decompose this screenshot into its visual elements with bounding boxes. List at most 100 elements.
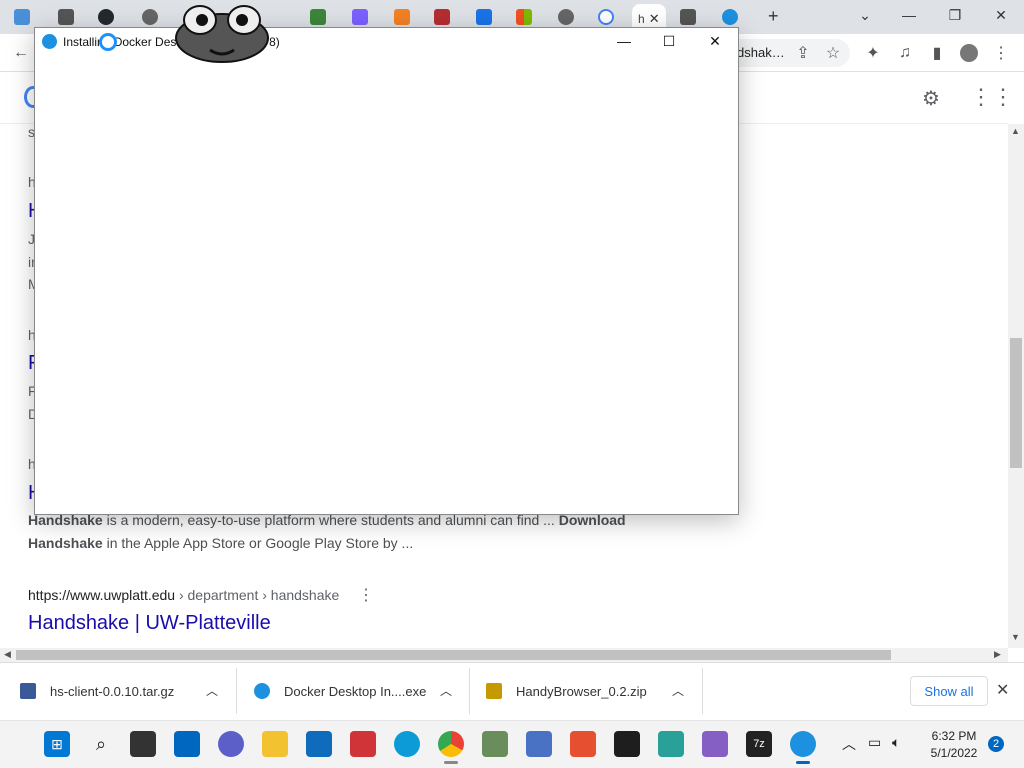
stackoverflow-icon	[394, 9, 410, 25]
busy-cursor-icon	[99, 33, 117, 51]
microsoft-icon	[516, 9, 532, 25]
terminal-icon[interactable]	[614, 731, 640, 757]
result-url-host: https://www.uwplatt.edu	[28, 587, 176, 603]
vertical-scroll-thumb[interactable]	[1010, 338, 1022, 468]
tab-5[interactable]	[310, 6, 326, 28]
search-icon[interactable]: ⌕	[88, 731, 114, 757]
scroll-left-arrow[interactable]: ◀	[4, 649, 11, 660]
7zip-icon[interactable]: 7z	[746, 731, 772, 757]
new-tab-button[interactable]: +	[768, 6, 779, 27]
notepad-icon[interactable]	[658, 731, 684, 757]
store-icon[interactable]	[306, 731, 332, 757]
node-icon	[310, 9, 326, 25]
close-shelf-icon[interactable]: ✕	[996, 680, 1009, 700]
widgets-icon[interactable]	[174, 731, 200, 757]
tab-favicon	[58, 9, 74, 25]
clock-time: 6:32 PM	[931, 729, 977, 743]
download-options-chevron-icon[interactable]: ︿	[672, 682, 684, 699]
close-window-button[interactable]: ✕	[978, 0, 1024, 30]
profile-avatar[interactable]	[956, 40, 982, 66]
tab-11[interactable]	[558, 6, 574, 28]
tab-github[interactable]	[98, 6, 114, 28]
settings-gear-icon[interactable]: ⚙	[922, 86, 940, 111]
bookmark-star-icon[interactable]: ☆	[820, 40, 846, 66]
start-button[interactable]: ⊞	[44, 731, 70, 757]
extensions-icon[interactable]: ✦	[860, 40, 886, 66]
chrome-icon[interactable]	[438, 731, 464, 757]
docker-icon[interactable]	[790, 731, 816, 757]
tab-favicon	[352, 9, 368, 25]
git-icon[interactable]	[570, 731, 596, 757]
apps-grid-icon[interactable]: ⋮⋮	[970, 84, 1014, 110]
result-title[interactable]: Handshake | UW-Platteville	[28, 612, 271, 635]
back-button[interactable]: ←	[8, 40, 34, 66]
app-icon[interactable]	[350, 731, 376, 757]
raccoon-sticker-icon	[175, 5, 269, 63]
download-name: hs-client-0.0.10.tar.gz	[50, 683, 175, 699]
minimize-button[interactable]: —	[886, 0, 932, 30]
app-icon[interactable]	[526, 731, 552, 757]
google-icon	[598, 9, 614, 25]
result-snippet: Handshake is a modern, easy-to-use platf…	[28, 509, 648, 555]
volume-icon[interactable]: 🔈︎	[892, 734, 900, 751]
tab-favicon	[14, 9, 30, 25]
zip-file-icon	[486, 683, 502, 699]
notification-badge[interactable]: 2	[988, 736, 1004, 752]
download-icon	[476, 9, 492, 25]
tab-2[interactable]	[58, 6, 74, 28]
task-view-icon[interactable]	[130, 731, 156, 757]
file-explorer-icon[interactable]	[262, 731, 288, 757]
installer-minimize-button[interactable]: —	[609, 30, 639, 52]
tab-13[interactable]	[680, 6, 696, 28]
result-url[interactable]: https://www.uwplatt.edu › department › h…	[28, 587, 339, 603]
menu-kebab-icon[interactable]: ⋮	[988, 40, 1014, 66]
tab-8[interactable]	[434, 6, 450, 28]
visual-studio-icon[interactable]	[702, 731, 728, 757]
download-name: Docker Desktop In....exe	[284, 683, 427, 699]
scroll-up-arrow[interactable]: ▲	[1011, 126, 1020, 136]
restore-button[interactable]: ❐	[932, 0, 978, 30]
horizontal-scroll-thumb[interactable]	[16, 650, 891, 660]
installer-maximize-button[interactable]: ☐	[654, 30, 684, 52]
divider	[702, 668, 703, 714]
media-icon[interactable]: ♫	[892, 40, 918, 66]
close-tab-icon[interactable]: ✕	[649, 11, 660, 27]
installer-close-button[interactable]: ✕	[700, 30, 730, 52]
tab-7[interactable]	[394, 6, 410, 28]
tab-6[interactable]	[352, 6, 368, 28]
github-icon	[98, 9, 114, 25]
tab-9[interactable]	[476, 6, 492, 28]
app-icon[interactable]	[482, 731, 508, 757]
tab-1[interactable]	[14, 6, 30, 28]
download-options-chevron-icon[interactable]: ︿	[206, 682, 218, 699]
tab-favicon	[434, 9, 450, 25]
scroll-right-arrow[interactable]: ▶	[994, 649, 1001, 660]
clock-date: 5/1/2022	[930, 746, 978, 760]
download-item-3[interactable]: HandyBrowser_0.2.zip	[486, 662, 647, 720]
tab-14[interactable]	[722, 6, 738, 28]
network-icon[interactable]: ▭	[868, 734, 881, 751]
side-panel-icon[interactable]: ▮	[924, 40, 950, 66]
download-item-1[interactable]: hs-client-0.0.10.tar.gz	[20, 662, 174, 720]
tab-google[interactable]	[598, 6, 614, 28]
scroll-down-arrow[interactable]: ▼	[1011, 632, 1020, 642]
snippet-bold: Handshake	[28, 535, 103, 551]
tab-10[interactable]	[516, 6, 532, 28]
show-all-button[interactable]: Show all	[910, 676, 988, 706]
download-options-chevron-icon[interactable]: ︿	[440, 682, 452, 699]
tab-search-icon[interactable]: ⌄	[842, 0, 888, 30]
tab-4[interactable]	[142, 6, 158, 28]
tab-favicon	[680, 9, 696, 25]
docker-icon	[722, 9, 738, 25]
active-tab-label: h	[638, 12, 645, 26]
share-icon[interactable]: ⇪	[790, 40, 816, 66]
result-more-icon[interactable]: ⋮	[358, 585, 374, 605]
globe-icon	[558, 9, 574, 25]
edge-icon[interactable]	[394, 731, 420, 757]
download-item-2[interactable]: Docker Desktop In....exe	[254, 662, 426, 720]
clock[interactable]: 6:32 PM 5/1/2022	[928, 728, 980, 762]
running-indicator	[796, 761, 810, 764]
tray-overflow-chevron-icon[interactable]: ︿	[842, 734, 856, 754]
teams-chat-icon[interactable]	[218, 731, 244, 757]
file-icon	[20, 683, 36, 699]
